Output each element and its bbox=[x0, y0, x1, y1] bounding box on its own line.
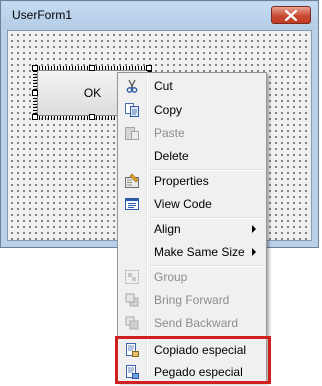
menu-item-paste[interactable]: Paste bbox=[120, 122, 264, 144]
menu-item-paste-label: Paste bbox=[154, 126, 185, 140]
menu-item-cut-label: Cut bbox=[154, 79, 173, 93]
properties-icon bbox=[124, 173, 140, 189]
menu-item-group[interactable]: Group bbox=[120, 266, 264, 288]
menu-item-delete-label: Delete bbox=[154, 149, 189, 163]
resize-handle-bottom[interactable] bbox=[89, 114, 95, 120]
view-code-icon bbox=[124, 196, 140, 212]
menu-item-make-same-size[interactable]: Make Same Size bbox=[120, 241, 264, 263]
resize-handle-top-right[interactable] bbox=[146, 65, 152, 71]
resize-handle-top-left[interactable] bbox=[32, 65, 38, 71]
title-bar[interactable]: UserForm1 bbox=[2, 2, 317, 30]
menu-item-make-same-size-label: Make Same Size bbox=[154, 245, 245, 259]
menu-item-delete[interactable]: Delete bbox=[120, 145, 264, 167]
menu-item-align[interactable]: Align bbox=[120, 218, 264, 240]
submenu-arrow-icon bbox=[252, 248, 256, 256]
menu-item-copy[interactable]: Copy bbox=[120, 99, 264, 121]
menu-item-view-code[interactable]: View Code bbox=[120, 193, 264, 215]
window-title: UserForm1 bbox=[12, 8, 73, 22]
group-icon bbox=[124, 269, 140, 285]
menu-item-cut[interactable]: Cut bbox=[120, 75, 264, 97]
bring-forward-icon bbox=[124, 292, 140, 308]
menu-item-bring-forward[interactable]: Bring Forward bbox=[120, 289, 264, 311]
menu-item-send-backward[interactable]: Send Backward bbox=[120, 312, 264, 334]
close-button[interactable] bbox=[271, 6, 311, 24]
resize-handle-top[interactable] bbox=[89, 65, 95, 71]
menu-item-send-backward-label: Send Backward bbox=[154, 316, 239, 330]
highlight-box bbox=[115, 336, 271, 384]
scissors-icon bbox=[124, 78, 140, 94]
menu-item-bring-forward-label: Bring Forward bbox=[154, 293, 230, 307]
menu-item-properties-label: Properties bbox=[154, 174, 209, 188]
menu-item-align-label: Align bbox=[154, 222, 181, 236]
copy-icon bbox=[124, 102, 140, 118]
send-backward-icon bbox=[124, 315, 140, 331]
ok-button-label: OK bbox=[83, 86, 102, 100]
menu-item-group-label: Group bbox=[154, 270, 188, 284]
menu-item-view-code-label: View Code bbox=[154, 197, 212, 211]
resize-handle-bottom-left[interactable] bbox=[32, 114, 38, 120]
resize-handle-left[interactable] bbox=[32, 90, 38, 96]
menu-item-copy-label: Copy bbox=[154, 103, 183, 117]
close-icon bbox=[285, 10, 297, 21]
submenu-arrow-icon bbox=[252, 225, 256, 233]
menu-item-properties[interactable]: Properties bbox=[120, 170, 264, 192]
paste-icon bbox=[124, 125, 140, 141]
